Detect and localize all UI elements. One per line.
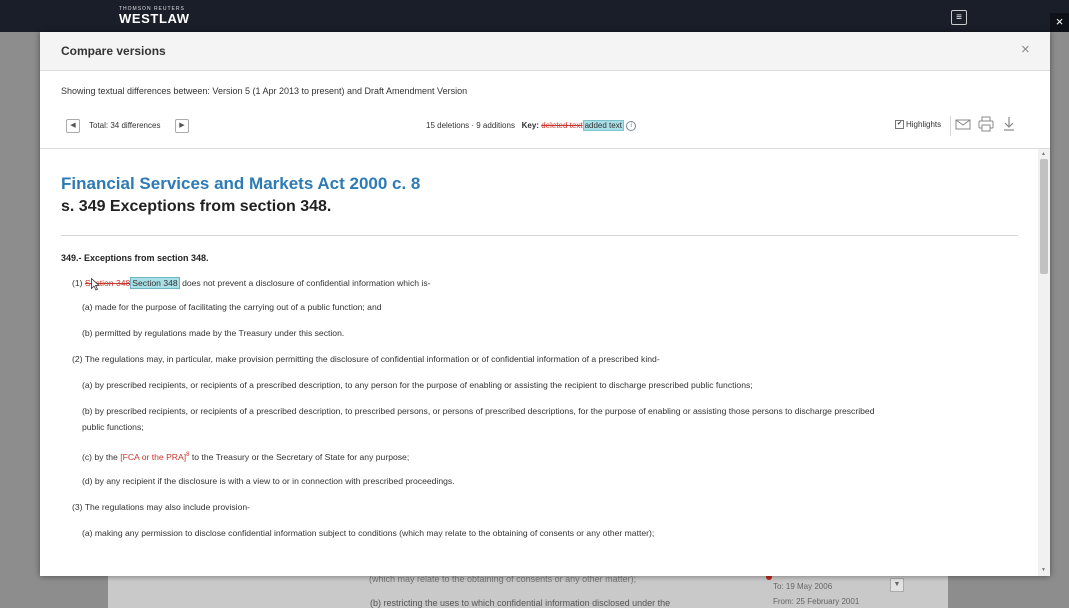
amendment-marker[interactable]: [FCA or the PRA] [120, 452, 186, 462]
dialog-header: Compare versions × [40, 32, 1050, 71]
key-label: Key: [521, 121, 539, 131]
highlights-checkbox[interactable]: ✔ [895, 120, 904, 130]
paragraph-1: (1) Section 348 Section 348 does not prev… [72, 277, 430, 289]
document-scrollbar[interactable]: ▲ ▼ [1038, 149, 1050, 576]
version-date-to: To: 19 May 2006 [773, 582, 833, 591]
download-icon[interactable] [999, 114, 1019, 134]
highlights-label: Highlights [906, 120, 942, 129]
added-text: Section 348 [130, 277, 180, 289]
compare-versions-dialog: Compare versions × Showing textual diffe… [40, 32, 1050, 576]
app-top-bar: THOMSON REUTERS WESTLAW ≡ [0, 0, 1069, 32]
deletion-addition-count: 15 deletions · 9 additions [426, 121, 515, 131]
paragraph-text: (c) by the [82, 451, 121, 462]
paragraph-1a: (a) made for the purpose of facilitating… [82, 302, 382, 312]
email-icon[interactable] [953, 114, 973, 134]
document-divider [61, 235, 1018, 236]
paragraph-2c: (c) by the [FCA or the PRA]8 to the Trea… [82, 449, 409, 463]
paragraph-2b: (b) by prescribed recipients, or recipie… [82, 406, 875, 416]
hamburger-menu-icon[interactable]: ≡ [951, 10, 967, 25]
close-icon[interactable]: × [1021, 41, 1030, 58]
paragraph-text: to the Treasury or the Secretary of Stat… [189, 451, 410, 462]
logo-text: WESTLAW [119, 11, 190, 26]
highlights-toggle[interactable]: ✔ Highlights [895, 120, 942, 130]
westlaw-logo[interactable]: THOMSON REUTERS WESTLAW [119, 6, 190, 26]
paragraph-2: (2) The regulations may, in particular, … [72, 354, 660, 364]
paragraph-text: does not prevent a disclosure of confide… [179, 278, 431, 288]
version-date-from: From: 25 February 2001 [773, 597, 860, 606]
print-icon[interactable] [976, 114, 996, 134]
difference-counts: 15 deletions · 9 additions Key: deleted … [426, 120, 637, 132]
paragraph-1b: (b) permitted by regulations made by the… [82, 328, 345, 338]
total-differences: Total: 34 differences [89, 121, 161, 130]
version-select-button[interactable]: ▼ [890, 578, 904, 592]
scroll-down-icon[interactable]: ▼ [1041, 567, 1046, 573]
scroll-up-icon[interactable]: ▲ [1041, 151, 1046, 157]
outer-close-button[interactable]: × [1050, 13, 1069, 32]
document-content: Financial Services and Markets Act 2000 … [40, 149, 1038, 576]
provision-heading: 349.- Exceptions from section 348. [61, 253, 209, 263]
toolbar-divider [950, 116, 951, 136]
paragraph-3: (3) The regulations may also include pro… [72, 502, 251, 512]
previous-difference-button[interactable]: ◀ [66, 119, 80, 133]
info-icon[interactable]: i [626, 121, 637, 131]
paragraph-2d: (d) by any recipient if the disclosure i… [82, 476, 455, 486]
paragraph-3a: (a) making any permission to disclose co… [82, 528, 655, 538]
comparison-summary: Showing textual differences between: Ver… [61, 86, 468, 96]
background-text-line: (b) restricting the uses to which confid… [370, 598, 671, 608]
paragraph-number: (1) [72, 278, 83, 288]
paragraph-2a: (a) by prescribed recipients, or recipie… [82, 380, 753, 390]
next-difference-button[interactable]: ▶ [175, 119, 189, 133]
key-added-text: added text [582, 120, 624, 132]
key-deleted-text: deleted text [541, 121, 583, 131]
act-title[interactable]: Financial Services and Markets Act 2000 … [61, 174, 420, 194]
logo-small-text: THOMSON REUTERS [119, 6, 185, 12]
paragraph-2b-continued: public functions; [82, 422, 144, 432]
dialog-title: Compare versions [61, 44, 166, 58]
mouse-cursor-icon [91, 278, 100, 291]
scrollbar-thumb[interactable] [1040, 159, 1048, 274]
section-title: s. 349 Exceptions from section 348. [61, 198, 332, 215]
